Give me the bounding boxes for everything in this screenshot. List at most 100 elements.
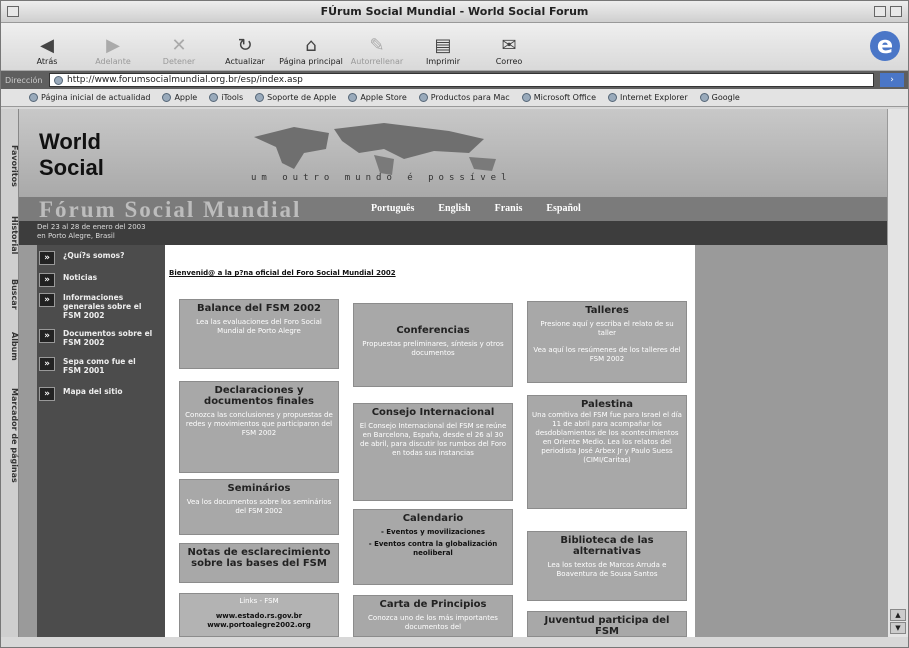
card-balance[interactable]: Balance del FSM 2002 Lea las evaluacione… [179, 299, 339, 369]
browser-window: FÚrum Social Mundial - World Social Foru… [0, 0, 909, 648]
print-button[interactable]: ▤ Imprimir [411, 35, 475, 66]
mail-button[interactable]: ✉ Correo [477, 35, 541, 66]
autofill-icon: ✎ [369, 35, 385, 56]
fav-item[interactable]: Google [699, 93, 740, 102]
scroll-down-icon[interactable]: ▼ [890, 622, 906, 634]
refresh-button[interactable]: ↻ Actualizar [213, 35, 277, 66]
globe-icon [699, 93, 709, 102]
fav-item[interactable]: Productos para Mac [418, 93, 510, 102]
explorer-bar-tabs: Favoritos Historial Buscar Álbum Marcado… [1, 109, 19, 637]
nav-item-noticias[interactable]: » Noticias [39, 273, 97, 287]
globe-icon [348, 93, 358, 102]
card-palestina[interactable]: Palestina Una comitiva del FSM fue para … [527, 395, 687, 509]
address-bar: Dirección http://www.forumsocialmundial.… [1, 71, 908, 89]
collapse-box-icon[interactable] [890, 6, 902, 17]
back-button[interactable]: ◀ Atrás [15, 35, 79, 66]
card-consejo[interactable]: Consejo Internacional El Consejo Interna… [353, 403, 513, 501]
tab-history[interactable]: Historial [1, 205, 19, 265]
tab-album[interactable]: Álbum [1, 323, 19, 369]
close-box-icon[interactable] [7, 6, 19, 17]
fav-item[interactable]: Internet Explorer [608, 93, 688, 102]
home-icon: ⌂ [305, 35, 317, 56]
links-list[interactable]: www.estado.rs.gov.br www.portoalegre2002… [184, 612, 334, 630]
zoom-box-icon[interactable] [874, 6, 886, 17]
globe-icon [255, 93, 265, 102]
nav-bullet-icon: » [39, 387, 55, 401]
welcome-link[interactable]: Bienvenid@ a la p?na oficial del Foro So… [169, 269, 396, 277]
address-url: http://www.forumsocialmundial.org.br/esp… [67, 75, 303, 85]
fav-item[interactable]: Apple Store [348, 93, 407, 102]
printer-icon: ▤ [434, 35, 452, 56]
link-eventos-globalizacion[interactable]: - Eventos contra la globalización neolib… [358, 540, 508, 558]
language-links: Português English Franis Español [371, 203, 581, 214]
nav-bullet-icon: » [39, 273, 55, 287]
event-date: Del 23 al 28 de enero del 2003 en Porto … [19, 221, 887, 245]
nav-item-mapa-sitio[interactable]: » Mapa del sitio [39, 387, 123, 401]
mail-icon: ✉ [501, 35, 517, 56]
card-talleres[interactable]: Talleres Presione aquí y escriba el rela… [527, 301, 687, 383]
site-nav: » ¿Quí?s somos? » Noticias » Informaciones … [37, 245, 165, 637]
home-button[interactable]: ⌂ Página principal [279, 35, 343, 66]
stop-button[interactable]: ✕ Detener [147, 35, 211, 66]
fav-item[interactable]: Soporte de Apple [255, 93, 336, 102]
fav-item[interactable]: Microsoft Office [521, 93, 596, 102]
site-banner: World Social um outro mundo é possível [19, 109, 887, 197]
lang-french-link[interactable]: Franis [495, 203, 523, 214]
card-biblioteca[interactable]: Biblioteca de las alternativas Lea los t… [527, 531, 687, 601]
card-seminarios[interactable]: Seminários Vea los documentos sobre los … [179, 479, 339, 535]
nav-item-fsm-2001[interactable]: » Sepa como fue el FSM 2001 [39, 357, 149, 375]
lang-spanish-link[interactable]: Español [546, 203, 580, 214]
right-margin [695, 245, 887, 637]
lang-portuguese-link[interactable]: Português [371, 203, 414, 214]
fav-item[interactable]: iTools [209, 93, 243, 102]
link-eventos-movilizaciones[interactable]: - Eventos y movilizaciones [358, 528, 508, 537]
fsm-title: Fórum Social Mundial [39, 197, 302, 222]
fav-item[interactable]: Apple [162, 93, 197, 102]
autofill-button[interactable]: ✎ Autorrellenar [345, 35, 409, 66]
stop-icon: ✕ [171, 35, 187, 56]
window-title: FÚrum Social Mundial - World Social Foru… [320, 5, 589, 18]
world-map-icon [254, 123, 496, 175]
forward-button[interactable]: ▶ Adelante [81, 35, 145, 66]
card-links: Links - FSM www.estado.rs.gov.br www.por… [179, 593, 339, 637]
globe-icon [29, 93, 38, 102]
tab-page-holder[interactable]: Marcador de páginas [1, 375, 19, 495]
nav-item-documentos[interactable]: » Documentos sobre el FSM 2002 [39, 329, 157, 347]
site-logo: World Social [39, 129, 104, 180]
card-carta[interactable]: Carta de Principios Conozca uno de los m… [353, 595, 513, 637]
nav-bullet-icon: » [39, 329, 55, 343]
vertical-scrollbar[interactable]: ▲ ▼ [887, 109, 908, 637]
nav-bullet-icon: » [39, 251, 55, 265]
favorites-bar: Página inicial de actualidad Apple iTool… [1, 89, 908, 107]
page-globe-icon [54, 75, 63, 85]
card-calendario: Calendario - Eventos y movilizaciones - … [353, 509, 513, 585]
back-arrow-icon: ◀ [40, 35, 54, 56]
card-conferencias[interactable]: Conferencias Propuestas preliminares, sí… [353, 303, 513, 387]
card-notas[interactable]: Notas de esclarecimiento sobre las bases… [179, 543, 339, 583]
go-button[interactable]: › [880, 73, 904, 87]
globe-icon [209, 93, 219, 102]
nav-item-informaciones[interactable]: » Informaciones generales sobre el FSM 20… [39, 293, 157, 320]
card-declaraciones[interactable]: Declaraciones y documentos finales Conoz… [179, 381, 339, 473]
globe-icon [521, 93, 531, 102]
main-content: Bienvenid@ a la p?na oficial del Foro So… [165, 245, 695, 637]
nav-bullet-icon: » [39, 357, 55, 371]
globe-icon [418, 93, 428, 102]
web-content: World Social um outro mundo é possível F… [19, 109, 887, 637]
address-input[interactable]: http://www.forumsocialmundial.org.br/esp… [49, 73, 874, 87]
globe-icon [162, 93, 172, 102]
card-juventud[interactable]: Juventud participa del FSM [527, 611, 687, 637]
tagline: um outro mundo é possível [251, 173, 512, 183]
scroll-up-icon[interactable]: ▲ [890, 609, 906, 621]
nav-item-quienes-somos[interactable]: » ¿Quí?s somos? [39, 251, 124, 265]
lang-english-link[interactable]: English [438, 203, 470, 214]
tab-favorites[interactable]: Favoritos [1, 131, 19, 201]
refresh-icon: ↻ [237, 35, 253, 56]
fav-item[interactable]: Página inicial de actualidad [29, 93, 150, 102]
internet-explorer-logo-icon: e [870, 31, 900, 61]
globe-icon [608, 93, 618, 102]
nav-bullet-icon: » [39, 293, 55, 307]
address-label: Dirección [5, 75, 43, 85]
title-bar: FÚrum Social Mundial - World Social Foru… [1, 1, 908, 23]
tab-search[interactable]: Buscar [1, 269, 19, 319]
